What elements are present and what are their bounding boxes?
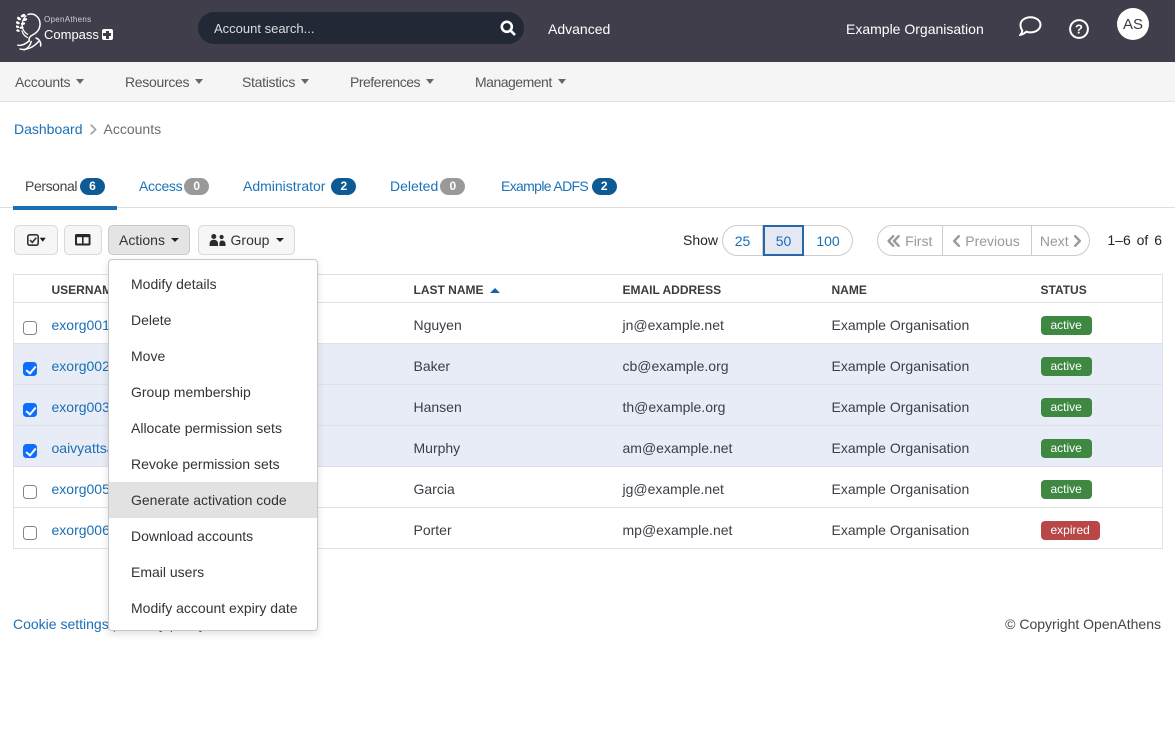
svg-text:?: ? (1075, 22, 1083, 37)
